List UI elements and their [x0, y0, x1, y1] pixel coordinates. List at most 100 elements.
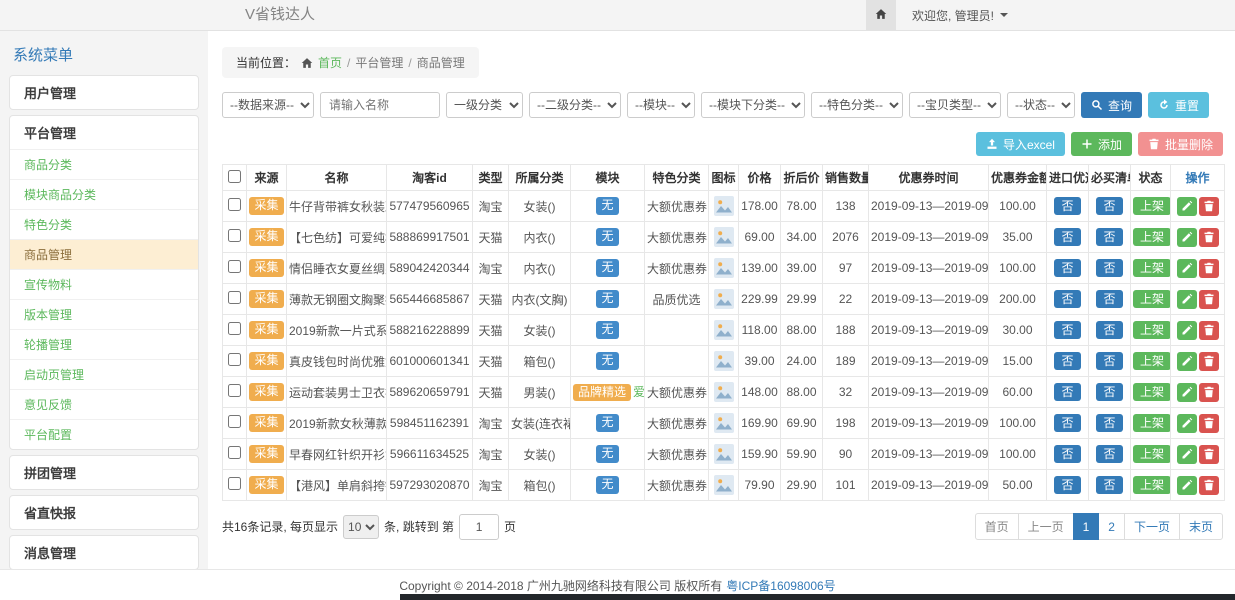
- edit-button[interactable]: [1177, 476, 1197, 495]
- delete-button[interactable]: [1199, 228, 1219, 247]
- sidebar-item[interactable]: 省直快报: [10, 496, 198, 529]
- home-button[interactable]: [866, 0, 896, 30]
- sidebar-item[interactable]: 轮播管理: [10, 329, 198, 359]
- status-button[interactable]: 上架: [1133, 476, 1171, 494]
- delete-button[interactable]: [1199, 321, 1219, 340]
- row-checkbox[interactable]: [228, 260, 241, 273]
- sidebar-item[interactable]: 意见反馈: [10, 389, 198, 419]
- import-select-button[interactable]: 否: [1054, 197, 1080, 215]
- user-menu[interactable]: 欢迎您, 管理员!: [912, 7, 1008, 24]
- special-category-select[interactable]: --特色分类--: [811, 92, 903, 118]
- sidebar-item[interactable]: 商品管理: [10, 239, 198, 269]
- name-search-input[interactable]: [320, 92, 440, 118]
- delete-button[interactable]: [1199, 197, 1219, 216]
- must-buy-button[interactable]: 否: [1096, 228, 1122, 246]
- page-button[interactable]: 末页: [1179, 513, 1223, 540]
- import-select-button[interactable]: 否: [1054, 290, 1080, 308]
- status-button[interactable]: 上架: [1133, 321, 1171, 339]
- sidebar-item[interactable]: 平台配置: [10, 419, 198, 449]
- page-button[interactable]: 2: [1098, 513, 1125, 540]
- import-select-button[interactable]: 否: [1054, 383, 1080, 401]
- row-checkbox[interactable]: [228, 229, 241, 242]
- row-checkbox[interactable]: [228, 446, 241, 459]
- must-buy-button[interactable]: 否: [1096, 290, 1122, 308]
- page-button[interactable]: 首页: [975, 513, 1019, 540]
- row-checkbox[interactable]: [228, 291, 241, 304]
- import-select-button[interactable]: 否: [1054, 228, 1080, 246]
- page-number-input[interactable]: [459, 514, 499, 540]
- sidebar-item[interactable]: 版本管理: [10, 299, 198, 329]
- must-buy-button[interactable]: 否: [1096, 259, 1122, 277]
- edit-button[interactable]: [1177, 259, 1197, 278]
- edit-button[interactable]: [1177, 197, 1197, 216]
- import-select-button[interactable]: 否: [1054, 414, 1080, 432]
- sidebar-item[interactable]: 消息管理: [10, 536, 198, 569]
- edit-button[interactable]: [1177, 290, 1197, 309]
- status-select[interactable]: --状态--: [1007, 92, 1075, 118]
- page-button[interactable]: 下一页: [1124, 513, 1180, 540]
- import-excel-button[interactable]: 导入excel: [976, 132, 1065, 156]
- batch-delete-button[interactable]: 批量删除: [1138, 132, 1223, 156]
- edit-button[interactable]: [1177, 321, 1197, 340]
- icp-link[interactable]: 粤ICP备16098006号: [726, 577, 835, 594]
- row-checkbox[interactable]: [228, 322, 241, 335]
- item-type-select[interactable]: --宝贝类型--: [909, 92, 1001, 118]
- data-source-select[interactable]: --数据来源--: [222, 92, 314, 118]
- page-button[interactable]: 上一页: [1018, 513, 1074, 540]
- sidebar-item[interactable]: 商品分类: [10, 149, 198, 179]
- breadcrumb-home-link[interactable]: 首页: [318, 54, 342, 71]
- level2-category-select[interactable]: --二级分类--: [529, 92, 621, 118]
- must-buy-button[interactable]: 否: [1096, 352, 1122, 370]
- must-buy-button[interactable]: 否: [1096, 383, 1122, 401]
- sidebar-item[interactable]: 模块商品分类: [10, 179, 198, 209]
- sidebar-item[interactable]: 用户管理: [10, 76, 198, 109]
- edit-button[interactable]: [1177, 383, 1197, 402]
- must-buy-button[interactable]: 否: [1096, 414, 1122, 432]
- edit-button[interactable]: [1177, 228, 1197, 247]
- select-all-checkbox[interactable]: [228, 170, 241, 183]
- must-buy-button[interactable]: 否: [1096, 197, 1122, 215]
- search-button[interactable]: 查询: [1081, 92, 1142, 118]
- module-subcategory-select[interactable]: --模块下分类--: [701, 92, 805, 118]
- import-select-button[interactable]: 否: [1054, 352, 1080, 370]
- must-buy-button[interactable]: 否: [1096, 476, 1122, 494]
- delete-button[interactable]: [1199, 476, 1219, 495]
- breadcrumb-platform-link[interactable]: 平台管理: [355, 54, 403, 71]
- import-select-button[interactable]: 否: [1054, 445, 1080, 463]
- row-checkbox[interactable]: [228, 477, 241, 490]
- sidebar-item[interactable]: 平台管理: [10, 116, 198, 149]
- status-button[interactable]: 上架: [1133, 259, 1171, 277]
- import-select-button[interactable]: 否: [1054, 259, 1080, 277]
- status-button[interactable]: 上架: [1133, 228, 1171, 246]
- status-button[interactable]: 上架: [1133, 414, 1171, 432]
- delete-button[interactable]: [1199, 290, 1219, 309]
- status-button[interactable]: 上架: [1133, 383, 1171, 401]
- module-select[interactable]: --模块--: [627, 92, 695, 118]
- status-button[interactable]: 上架: [1133, 290, 1171, 308]
- edit-button[interactable]: [1177, 445, 1197, 464]
- must-buy-button[interactable]: 否: [1096, 321, 1122, 339]
- sidebar-item[interactable]: 拼团管理: [10, 456, 198, 489]
- row-checkbox[interactable]: [228, 353, 241, 366]
- level1-category-select[interactable]: 一级分类: [446, 92, 523, 118]
- status-button[interactable]: 上架: [1133, 445, 1171, 463]
- page-size-select[interactable]: 10: [343, 515, 379, 539]
- reset-button[interactable]: 重置: [1148, 92, 1209, 118]
- row-checkbox[interactable]: [228, 384, 241, 397]
- import-select-button[interactable]: 否: [1054, 476, 1080, 494]
- status-button[interactable]: 上架: [1133, 197, 1171, 215]
- sidebar-item[interactable]: 启动页管理: [10, 359, 198, 389]
- delete-button[interactable]: [1199, 414, 1219, 433]
- page-button[interactable]: 1: [1073, 513, 1100, 540]
- edit-button[interactable]: [1177, 352, 1197, 371]
- delete-button[interactable]: [1199, 352, 1219, 371]
- delete-button[interactable]: [1199, 383, 1219, 402]
- edit-button[interactable]: [1177, 414, 1197, 433]
- delete-button[interactable]: [1199, 445, 1219, 464]
- add-button[interactable]: 添加: [1071, 132, 1132, 156]
- sidebar-item[interactable]: 宣传物料: [10, 269, 198, 299]
- delete-button[interactable]: [1199, 259, 1219, 278]
- import-select-button[interactable]: 否: [1054, 321, 1080, 339]
- must-buy-button[interactable]: 否: [1096, 445, 1122, 463]
- sidebar-item[interactable]: 特色分类: [10, 209, 198, 239]
